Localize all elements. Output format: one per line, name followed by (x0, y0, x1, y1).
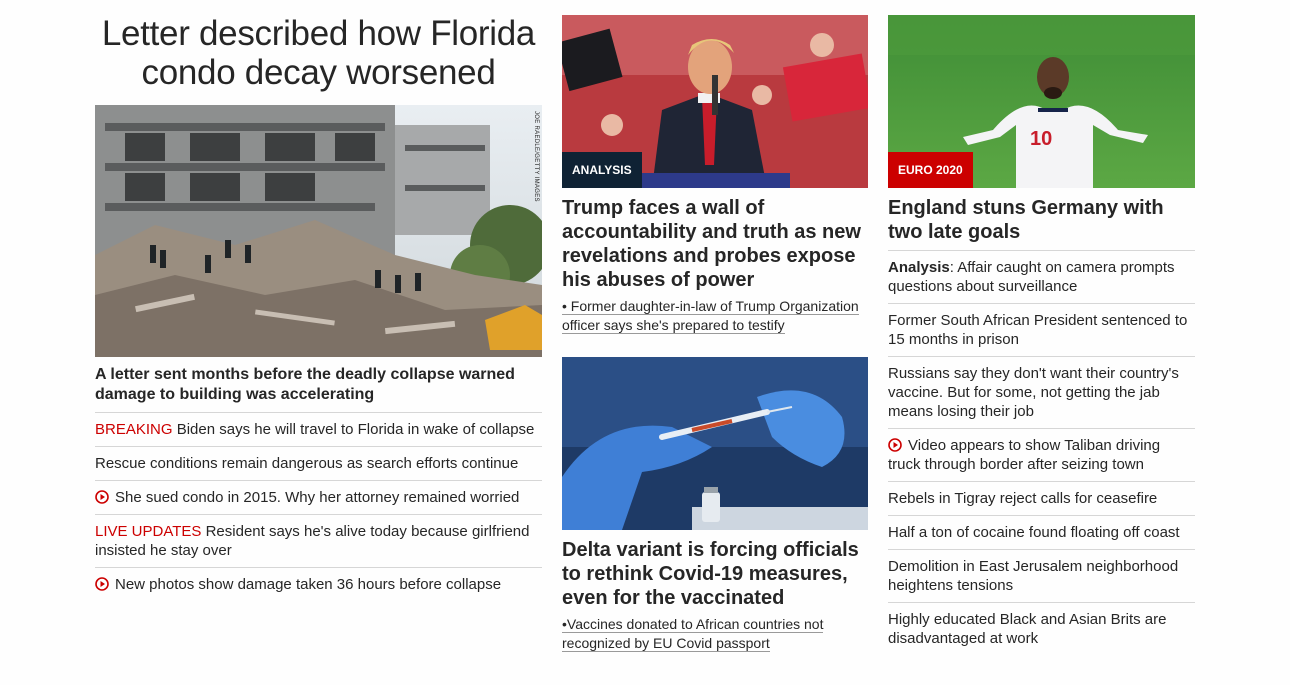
svg-text:10: 10 (1030, 128, 1052, 150)
list-item-text: Rebels in Tigray reject calls for ceasef… (888, 490, 1158, 507)
video-play-icon (888, 438, 902, 452)
list-item-text: Video appears to show Taliban driving tr… (888, 437, 1161, 473)
video-play-icon (95, 490, 109, 504)
list-item[interactable]: New photos show damage taken 36 hours be… (95, 568, 542, 601)
lead-image-collapse[interactable]: JOE RAEDLE/GETTY IMAGES (95, 105, 542, 357)
euro-2020-badge: EURO 2020 (888, 152, 973, 188)
vaccine-image[interactable] (562, 357, 868, 530)
list-item-text: Highly educated Black and Asian Brits ar… (888, 611, 1167, 647)
delta-related-link[interactable]: •Vaccines donated to African countries n… (562, 615, 868, 653)
breaking-tag: BREAKING (95, 421, 173, 438)
trump-headline[interactable]: Trump faces a wall of accountability and… (562, 196, 868, 292)
england-headline[interactable]: England stuns Germany with two late goal… (888, 196, 1195, 251)
list-item[interactable]: Former South African President sentenced… (888, 304, 1195, 357)
analysis-badge: ANALYSIS (562, 152, 642, 188)
list-item-text: She sued condo in 2015. Why her attorney… (115, 489, 520, 506)
list-item[interactable]: Half a ton of cocaine found floating off… (888, 516, 1195, 550)
list-item[interactable]: Rebels in Tigray reject calls for ceasef… (888, 482, 1195, 516)
list-item-text: New photos show damage taken 36 hours be… (115, 576, 502, 593)
list-item[interactable]: Rescue conditions remain dangerous as se… (95, 447, 542, 481)
lead-related-list: BREAKING Biden says he will travel to Fl… (95, 413, 542, 601)
list-item-text: Russians say they don't want their count… (888, 365, 1179, 420)
analysis-label: Analysis (888, 259, 950, 276)
photo-credit: JOE RAEDLE/GETTY IMAGES (533, 111, 539, 202)
list-item-text: Demolition in East Jerusalem neighborhoo… (888, 558, 1179, 594)
list-item[interactable]: Russians say they don't want their count… (888, 357, 1195, 429)
trump-related-link[interactable]: • Former daughter-in-law of Trump Organi… (562, 297, 868, 335)
list-item[interactable]: She sued condo in 2015. Why her attorney… (95, 481, 542, 515)
list-item[interactable]: Highly educated Black and Asian Brits ar… (888, 603, 1195, 655)
list-item[interactable]: BREAKING Biden says he will travel to Fl… (95, 413, 542, 447)
list-item[interactable]: Analysis: Affair caught on camera prompt… (888, 251, 1195, 304)
lead-caption[interactable]: A letter sent months before the deadly c… (95, 365, 542, 413)
list-item-text: Rescue conditions remain dangerous as se… (95, 455, 519, 472)
list-item-text: Former South African President sentenced… (888, 312, 1188, 348)
sterling-image[interactable]: 10 EURO 2020 (888, 15, 1195, 188)
right-related-list: Analysis: Affair caught on camera prompt… (888, 251, 1195, 655)
delta-headline[interactable]: Delta variant is forcing officials to re… (562, 538, 868, 610)
lead-story: Letter described how Florida condo decay… (95, 0, 542, 601)
list-item-text: Half a ton of cocaine found floating off… (888, 524, 1180, 541)
list-item[interactable]: LIVE UPDATES Resident says he's alive to… (95, 515, 542, 568)
list-item-text: Biden says he will travel to Florida in … (176, 421, 535, 438)
right-column: 10 EURO 2020 England stuns Germany with … (888, 0, 1195, 655)
list-item[interactable]: Video appears to show Taliban driving tr… (888, 429, 1195, 482)
middle-column: ANALYSIS Trump faces a wall of accountab… (562, 0, 868, 653)
video-play-icon (95, 577, 109, 591)
live-updates-tag: LIVE UPDATES (95, 523, 202, 540)
trump-image[interactable]: ANALYSIS (562, 15, 868, 188)
list-item[interactable]: Demolition in East Jerusalem neighborhoo… (888, 550, 1195, 603)
lead-headline[interactable]: Letter described how Florida condo decay… (95, 14, 542, 92)
